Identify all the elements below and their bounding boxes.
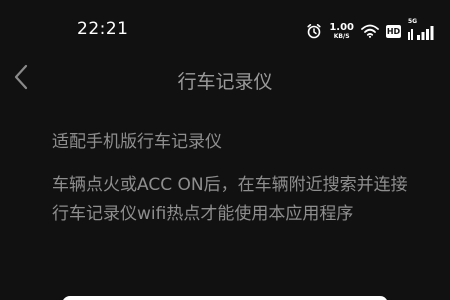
status-bar: 22:21 1.00 KB/S HD 5G bbox=[0, 0, 450, 60]
network-speed: 1.00 KB/S bbox=[329, 21, 354, 40]
network-speed-value: 1.00 bbox=[329, 21, 354, 33]
network-speed-unit: KB/S bbox=[333, 32, 350, 40]
hd-badge: HD bbox=[386, 24, 401, 38]
navigation-bar: 行车记录仪 bbox=[0, 56, 450, 102]
alarm-icon bbox=[306, 23, 322, 39]
network-type-label: 5G bbox=[408, 18, 418, 25]
description-line-1: 车辆点火或ACC ON后，在车辆附近搜索并连接 bbox=[52, 175, 408, 195]
status-icons: 1.00 KB/S HD 5G bbox=[306, 18, 434, 41]
status-time: 22:21 bbox=[77, 19, 129, 39]
app-screen: 22:21 1.00 KB/S HD 5G 行车记录仪 适配手机版行车记录仪 车… bbox=[0, 0, 450, 300]
page-title: 行车记录仪 bbox=[177, 71, 273, 93]
subtitle: 适配手机版行车记录仪 bbox=[52, 132, 222, 152]
bottom-sheet-edge bbox=[62, 296, 388, 300]
description: 车辆点火或ACC ON后，在车辆附近搜索并连接 行车记录仪wifi热点才能使用本… bbox=[52, 171, 442, 229]
wifi-icon bbox=[361, 24, 379, 38]
signal-icon bbox=[408, 26, 434, 40]
signal-indicator: 5G bbox=[408, 18, 434, 40]
description-line-2: 行车记录仪wifi热点才能使用本应用程序 bbox=[52, 204, 354, 224]
